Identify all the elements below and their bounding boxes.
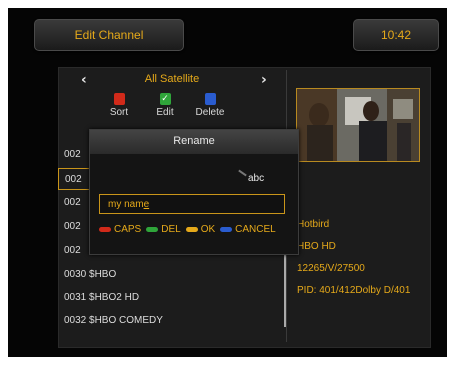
list-item[interactable]: 0032 $HBO COMEDY [58,310,286,332]
tv-screen: Edit Channel 10:42 ‹ All Satellite › Sor… [8,8,447,357]
info-frequency: 12265/V/27500 [297,263,365,274]
page-title-label: Edit Channel [74,28,144,42]
red-key-icon [99,226,111,232]
edit-label: Edit [156,107,174,118]
sort-label: Sort [109,107,129,118]
yellow-key-icon [185,226,198,232]
green-key-icon [146,226,159,232]
input-mode: abc [248,173,265,184]
dialog-actions: CAPS DEL OK CANCEL [99,221,281,237]
red-key-icon [113,93,125,105]
input-mode-pen-icon [238,169,247,177]
page-title: Edit Channel [34,19,184,51]
clock-label: 10:42 [380,28,412,42]
satellite-name: All Satellite [144,73,200,85]
ok-button[interactable]: OK [185,223,216,235]
edit-button[interactable]: ✓ Edit [145,93,185,118]
delete-label: Delete [195,107,225,118]
del-label: DEL [161,223,181,235]
blue-key-icon [220,226,233,232]
sort-button[interactable]: Sort [99,93,139,118]
rename-input[interactable]: my name [99,194,285,214]
blue-key-icon [204,93,216,105]
ok-label: OK [200,223,216,235]
delete-button[interactable]: Delete [190,93,230,118]
dialog-title: Rename [90,130,298,154]
channel-preview-video [296,88,420,162]
green-key-check-icon: ✓ [159,93,171,105]
caps-label: CAPS [114,223,142,235]
info-channel: HBO HD [297,241,336,252]
del-button[interactable]: DEL [146,223,181,235]
list-item[interactable]: 0030 $HBO [58,264,286,286]
info-satellite: Hotbird [297,219,330,230]
text-cursor: e [143,199,150,210]
cancel-label: CANCEL [235,223,276,235]
rename-dialog: Rename abc my name CAPS DEL OK CANCEL [89,129,299,255]
rename-input-text: my nam [108,199,144,210]
satellite-selector[interactable]: ‹ All Satellite › [58,72,286,88]
list-item[interactable]: 0031 $HBO2 HD [58,287,286,309]
clock: 10:42 [353,19,439,51]
chevron-left-icon[interactable]: ‹ [81,72,87,88]
info-pid: PID: 401/412Dolby D/401 [297,285,411,296]
chevron-right-icon[interactable]: › [261,72,267,88]
caps-button[interactable]: CAPS [99,224,141,235]
cancel-button[interactable]: CANCEL [220,224,276,235]
